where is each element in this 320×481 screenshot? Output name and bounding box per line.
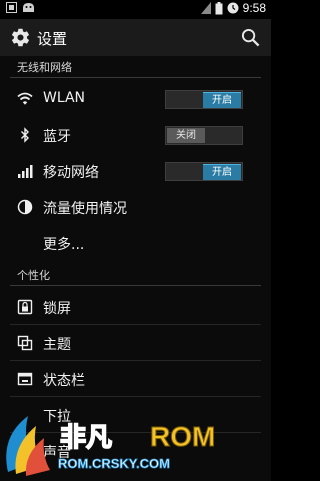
- theme-icon: [17, 335, 33, 351]
- section-header-personal: 个性化: [0, 264, 271, 286]
- toggle-knob: 开启: [203, 164, 241, 180]
- section-title: 无线和网络: [17, 61, 72, 74]
- status-bar-right: 9:58: [200, 1, 266, 15]
- settings-item-label: WLAN: [43, 90, 86, 106]
- settings-item-label: 流量使用情况: [43, 201, 127, 217]
- alarm-icon: [227, 2, 239, 14]
- settings-item-lock-screen[interactable]: 锁屏: [0, 289, 271, 325]
- svg-text:非凡: 非凡: [60, 423, 112, 453]
- settings-item-data-usage[interactable]: 流量使用情况: [0, 189, 271, 225]
- android-robot-icon: [23, 3, 34, 12]
- settings-item-bluetooth[interactable]: 蓝牙 关闭: [0, 117, 271, 153]
- settings-item-mobile-network[interactable]: 移动网络 开启: [0, 153, 271, 189]
- settings-item-label: 状态栏: [43, 373, 85, 389]
- battery-icon: [215, 1, 223, 14]
- section-header-wireless: 无线和网络: [0, 56, 271, 78]
- notification-box-icon: [6, 2, 17, 13]
- settings-item-label: 更多...: [43, 237, 85, 253]
- page-title: 设置: [37, 30, 68, 48]
- watermark-logo: 非凡 ROM ROM.CRSKY.COM: [6, 416, 216, 476]
- action-bar: 设置: [0, 19, 271, 56]
- status-bar-icon: [17, 372, 33, 386]
- bluetooth-icon: [21, 127, 29, 143]
- toggle-knob: 关闭: [167, 128, 205, 143]
- data-usage-icon: [17, 199, 33, 215]
- settings-item-theme[interactable]: 主题: [0, 325, 271, 361]
- settings-item-label: 主题: [43, 337, 71, 353]
- status-bar-left: [6, 2, 35, 13]
- status-time: 9:58: [242, 1, 266, 15]
- section-title: 个性化: [17, 269, 50, 282]
- svg-text:ROM.CRSKY.COM: ROM.CRSKY.COM: [58, 456, 170, 471]
- settings-item-status-bar[interactable]: 状态栏: [0, 361, 271, 397]
- settings-list: 无线和网络 WLAN 开启 蓝牙 关闭 移动网络 开启 流量使用情况 更多...…: [0, 56, 271, 481]
- bluetooth-toggle[interactable]: 关闭: [165, 126, 243, 145]
- status-bar: 9:58: [0, 0, 271, 19]
- svg-text:ROM: ROM: [150, 421, 215, 452]
- settings-item-more[interactable]: 更多...: [0, 225, 271, 261]
- signal-bars-icon: [18, 165, 33, 178]
- signal-icon: [200, 2, 211, 14]
- toggle-knob: 开启: [203, 92, 241, 108]
- search-icon[interactable]: [241, 28, 260, 47]
- settings-item-label: 蓝牙: [43, 129, 71, 145]
- lock-icon: [17, 299, 33, 315]
- settings-gear-icon[interactable]: [10, 27, 31, 48]
- settings-item-label: 锁屏: [43, 301, 71, 317]
- wifi-icon: [17, 92, 33, 105]
- settings-item-wlan[interactable]: WLAN 开启: [0, 81, 271, 117]
- mobile-network-toggle[interactable]: 开启: [165, 162, 243, 181]
- wlan-toggle[interactable]: 开启: [165, 90, 243, 109]
- settings-item-label: 移动网络: [43, 165, 99, 181]
